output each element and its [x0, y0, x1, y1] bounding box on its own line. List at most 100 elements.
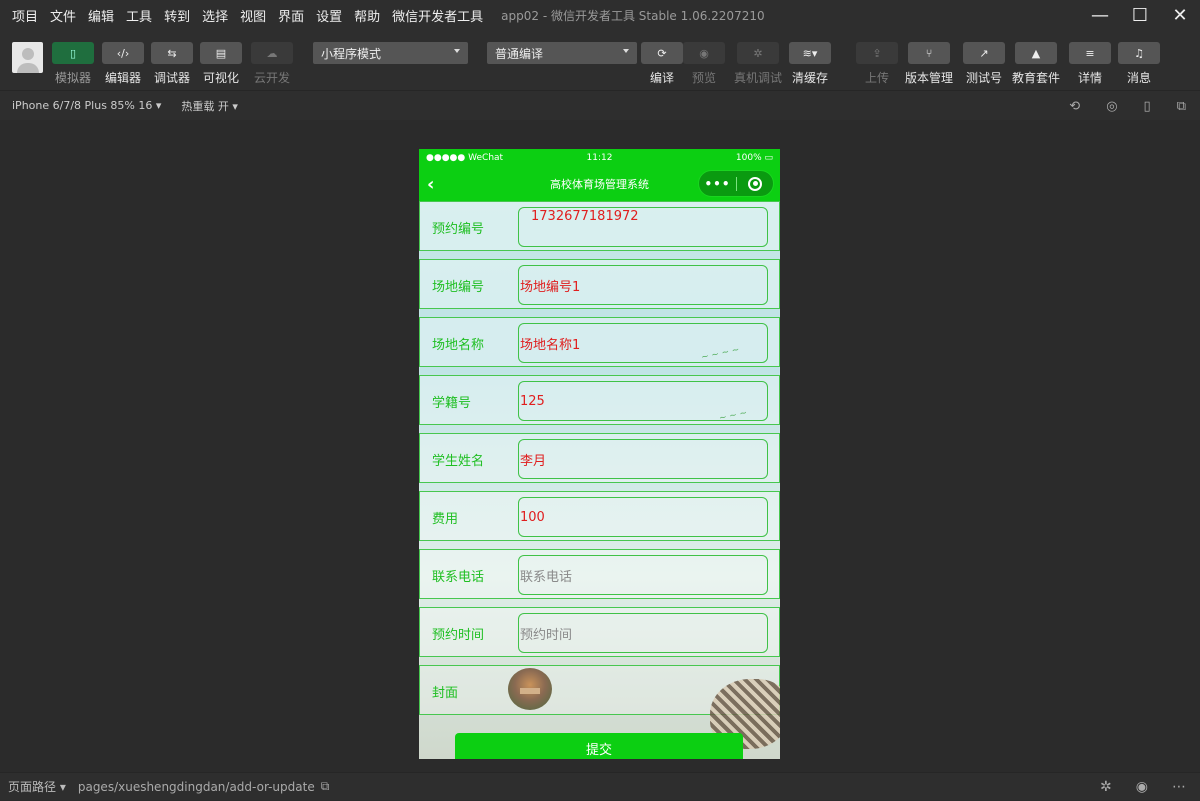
menu-devtools[interactable]: 微信开发者工具 [386, 6, 489, 25]
bottom-status-bar: 页面路径 ▾ pages/xueshengdingdan/add-or-upda… [0, 772, 1200, 800]
phone-nav-bar: ‹ 高校体育场管理系统 ••• [419, 166, 780, 201]
menu-project[interactable]: 项目 [0, 6, 44, 25]
preview-button[interactable]: ◉ 预览 [683, 42, 725, 86]
menu-help[interactable]: 帮助 [348, 6, 386, 25]
menu-select[interactable]: 选择 [196, 6, 234, 25]
bug-icon: ✲ [737, 42, 779, 64]
menu-settings[interactable]: 设置 [310, 6, 348, 25]
upload-icon: ⇪ [856, 42, 898, 64]
form-row-phone: 联系电话 联系电话 [419, 549, 780, 599]
page-path-label[interactable]: 页面路径 ▾ [0, 778, 66, 795]
venue-name-input[interactable]: 场地名称1 [518, 323, 768, 363]
page-path: pages/xueshengdingdan/add-or-update [77, 779, 315, 794]
editor-button[interactable]: ‹/› 编辑器 [102, 42, 144, 86]
phone-status-bar: ●●●●● WeChat 11:12 100% ▭ [419, 149, 780, 166]
form-label: 预约编号 [432, 222, 485, 237]
form-label: 联系电话 [432, 570, 485, 585]
cover-image[interactable] [508, 668, 552, 710]
capsule-menu: ••• [698, 170, 774, 197]
visual-button[interactable]: ▤ 可视化 [200, 42, 242, 86]
remote-debug-button[interactable]: ✲ 真机调试 [734, 42, 782, 86]
device-select[interactable]: iPhone 6/7/8 Plus 85% 16 ▾ [0, 99, 161, 112]
clear-cache-button[interactable]: ≋▾ 清缓存 [789, 42, 831, 86]
compile-mode-select[interactable]: 普通编译 [487, 42, 637, 64]
simulator-subbar: iPhone 6/7/8 Plus 85% 16 ▾ 热重载 开 ▾ ⟲ ◎ ▯… [0, 90, 1200, 120]
venue-id-input[interactable]: 场地编号1 [518, 265, 768, 305]
more-icon[interactable]: ••• [699, 177, 736, 191]
student-name-input[interactable]: 李月 [518, 439, 768, 479]
hot-reload-toggle[interactable]: 热重载 开 ▾ [161, 98, 238, 114]
stop-icon[interactable]: ◎ [1106, 99, 1117, 114]
form-row-venue-name: 场地名称 场地名称1 [419, 317, 780, 367]
submit-button[interactable]: 提交 [455, 733, 743, 759]
form-label: 场地编号 [432, 280, 485, 295]
phone-icon[interactable]: ▯ [1144, 99, 1151, 114]
menu-edit[interactable]: 编辑 [82, 6, 120, 25]
form-row-student-name: 学生姓名 李月 [419, 433, 780, 483]
window-icon[interactable]: ⧉ [1177, 99, 1186, 114]
booking-time-input[interactable]: 预约时间 [518, 613, 768, 653]
more-icon[interactable]: ⋯ [1172, 779, 1186, 795]
window-controls: — ☐ ✕ [1080, 0, 1200, 30]
cloud-icon: ☁ [251, 42, 293, 64]
status-time: 11:12 [586, 152, 613, 163]
menu-bar: 项目 文件 编辑 工具 转到 选择 视图 界面 设置 帮助 微信开发者工具 ap… [0, 0, 1200, 30]
maximize-icon[interactable]: ☐ [1120, 0, 1160, 30]
fee-input[interactable]: 100 [518, 497, 768, 537]
debugger-button[interactable]: ⇆ 调试器 [151, 42, 193, 86]
rotate-icon[interactable]: ⟲ [1069, 99, 1080, 114]
form-label: 封面 [432, 686, 459, 701]
mode-select[interactable]: 小程序模式 [313, 42, 468, 64]
close-miniprogram-icon[interactable] [737, 176, 773, 191]
menu-view[interactable]: 视图 [234, 6, 272, 25]
chevron-down-icon [454, 49, 460, 53]
close-icon[interactable]: ✕ [1160, 0, 1200, 30]
phone-simulator: ●●●●● WeChat 11:12 100% ▭ ‹ 高校体育场管理系统 ••… [419, 149, 780, 759]
eye-icon[interactable]: ◉ [1136, 779, 1148, 795]
form-label: 学生姓名 [432, 454, 485, 469]
back-icon[interactable]: ‹ [427, 174, 434, 195]
form-label: 学籍号 [432, 396, 472, 411]
layers-icon: ≋▾ [789, 42, 831, 64]
branch-icon: ⑂ [908, 42, 950, 64]
upload-button[interactable]: ⇪ 上传 [856, 42, 898, 86]
edu-button[interactable]: ▲ 教育套件 [1012, 42, 1060, 86]
compile-button[interactable]: ⟳ 编译 [641, 42, 683, 86]
window-title: app02 - 微信开发者工具 Stable 1.06.2207210 [501, 8, 765, 23]
external-link-icon: ↗ [963, 42, 1005, 64]
messages-button[interactable]: ♫ 消息 [1118, 42, 1160, 86]
booking-id-input[interactable]: 1732677181972 [518, 207, 768, 247]
simulator-canvas: ●●●●● WeChat 11:12 100% ▭ ‹ 高校体育场管理系统 ••… [0, 120, 1200, 772]
copy-icon[interactable]: ⧉ [315, 779, 330, 794]
refresh-icon: ⟳ [641, 42, 683, 64]
menu-icon: ≡ [1069, 42, 1111, 64]
sliders-icon: ⇆ [151, 42, 193, 64]
avatar[interactable] [12, 42, 43, 73]
bug-icon[interactable]: ✲ [1100, 779, 1112, 795]
minimize-icon[interactable]: — [1080, 0, 1120, 30]
form-label: 场地名称 [432, 338, 485, 353]
details-button[interactable]: ≡ 详情 [1069, 42, 1111, 86]
cloud-button[interactable]: ☁ 云开发 [251, 42, 293, 86]
form-row-venue-id: 场地编号 场地编号1 [419, 259, 780, 309]
phone-input[interactable]: 联系电话 [518, 555, 768, 595]
toolbar: ▯ 模拟器 ‹/› 编辑器 ⇆ 调试器 ▤ 可视化 ☁ 云开发 小程序模式 普通… [0, 30, 1200, 90]
menu-file[interactable]: 文件 [44, 6, 82, 25]
menu-interface[interactable]: 界面 [272, 6, 310, 25]
phone-icon: ▯ [52, 42, 94, 64]
simulator-button[interactable]: ▯ 模拟器 [52, 42, 94, 86]
page-title: 高校体育场管理系统 [550, 177, 649, 191]
eye-icon: ◉ [683, 42, 725, 64]
menu-goto[interactable]: 转到 [158, 6, 196, 25]
graduation-cap-icon: ▲ [1015, 42, 1057, 64]
form-label: 预约时间 [432, 628, 485, 643]
form-label: 费用 [432, 512, 459, 527]
test-account-button[interactable]: ↗ 测试号 [963, 42, 1005, 86]
form-row-fee: 费用 100 [419, 491, 780, 541]
bell-icon: ♫ [1118, 42, 1160, 64]
menu-tools[interactable]: 工具 [120, 6, 158, 25]
form-row-booking-id: 预约编号 1732677181972 [419, 201, 780, 251]
layout-icon: ▤ [200, 42, 242, 64]
chevron-down-icon [623, 49, 629, 53]
version-button[interactable]: ⑂ 版本管理 [905, 42, 953, 86]
